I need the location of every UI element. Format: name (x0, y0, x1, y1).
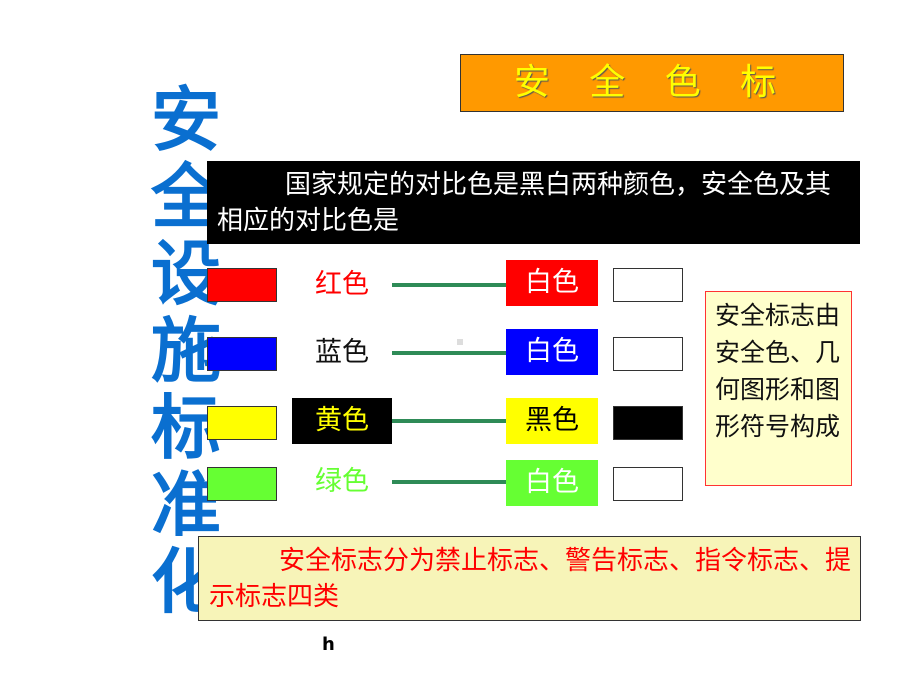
contrast-swatch (613, 337, 683, 371)
color-swatch (207, 467, 277, 501)
intro-text-box: 国家规定的对比色是黑白两种颜色，安全色及其相应的对比色是 (207, 161, 860, 244)
contrast-label: 黑色 (506, 398, 598, 444)
connector-line (392, 283, 506, 287)
contrast-swatch (613, 467, 683, 501)
contrast-swatch (613, 406, 683, 440)
color-label: 红色 (315, 269, 369, 300)
title-box: 安 全 色 标 (460, 54, 844, 112)
contrast-label: 白色 (506, 260, 598, 306)
color-label: 绿色 (315, 466, 369, 497)
bottom-text-box: 安全标志分为禁止标志、警告标志、指令标志、提示标志四类 (198, 536, 861, 621)
color-label: 蓝色 (315, 337, 369, 368)
connector-line (392, 419, 506, 423)
note-box: 安全标志由安全色、几何图形和图形符号构成 (705, 291, 852, 486)
color-swatch (207, 268, 277, 302)
color-label: 黄色 (292, 398, 392, 444)
connector-line (392, 351, 506, 355)
footer-text: h (322, 634, 335, 655)
vertical-char: 安 (151, 79, 221, 161)
connector-line (392, 480, 506, 484)
color-swatch (207, 406, 277, 440)
contrast-swatch (613, 268, 683, 302)
decorative-dot (457, 339, 463, 345)
color-swatch (207, 337, 277, 371)
contrast-label: 白色 (506, 460, 598, 506)
contrast-label: 白色 (506, 329, 598, 375)
